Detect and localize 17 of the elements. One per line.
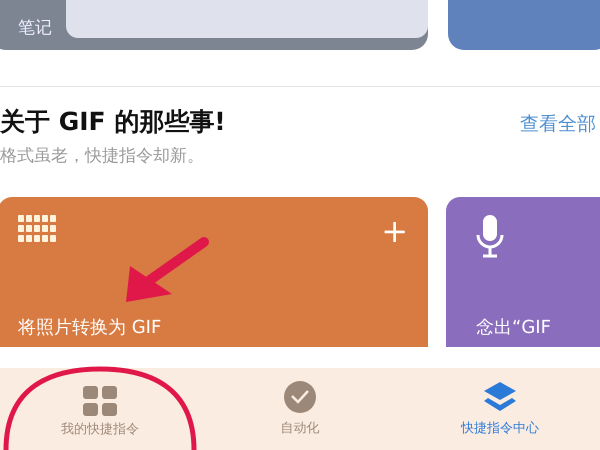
grid-icon <box>18 215 56 243</box>
clock-check-icon <box>283 381 317 415</box>
tab[interactable]: 自动化 <box>200 368 400 450</box>
grid-icon <box>83 386 117 416</box>
shortcut-title: 念出“GIF <box>476 316 552 339</box>
shortcut-card[interactable]: + 将照片转换为 GIF <box>0 197 428 347</box>
shortcut-card[interactable]: 笔记 <box>0 0 428 50</box>
tab[interactable]: 我的快捷指令 <box>0 368 200 450</box>
shortcut-title: 将照片转换为 GIF <box>18 316 162 339</box>
tab[interactable]: 快捷指令中心 <box>400 368 600 450</box>
shortcut-card[interactable]: 念出“GIF <box>446 197 600 347</box>
microphone-icon <box>476 215 504 259</box>
card-label: 笔记 <box>18 18 52 38</box>
add-button[interactable]: + <box>381 215 408 247</box>
see-all-link[interactable]: 查看全部 <box>520 105 596 197</box>
section-subtitle: 格式虽老，快捷指令却新。 <box>0 145 205 167</box>
shortcut-card[interactable] <box>448 0 600 50</box>
